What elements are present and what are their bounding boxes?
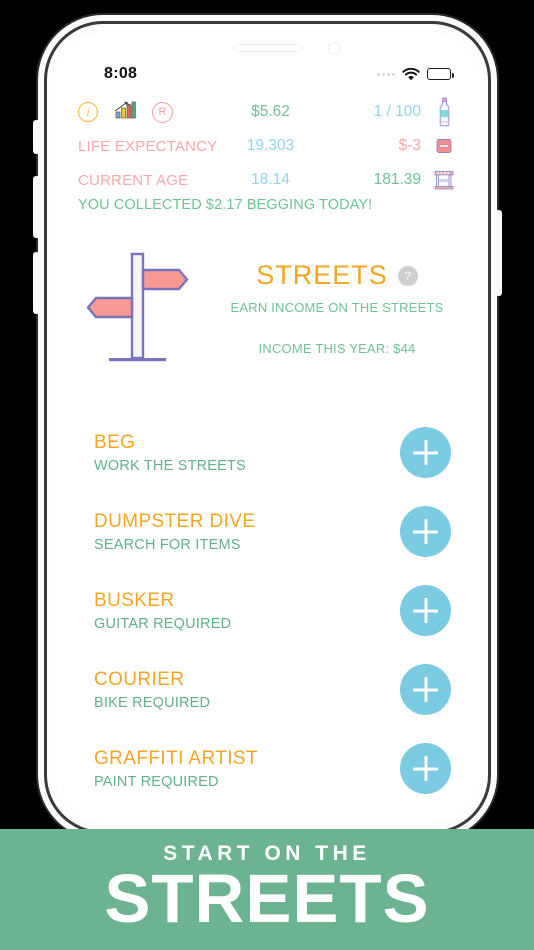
phone-screen: 8:08 i R $5.62 1 / 100 LIFE EXPECTANCY 1… [56,33,479,822]
page-title: STREETS [256,260,388,290]
job-subtitle: PAINT REQUIRED [94,773,219,790]
add-job-button[interactable] [400,427,451,478]
list-item[interactable]: COURIER BIKE REQUIRED [94,650,451,729]
job-list: BEG WORK THE STREETS DUMPSTER DIVE SEARC… [56,413,479,808]
list-item[interactable]: BUSKER GUITAR REQUIRED [94,571,451,650]
list-item[interactable]: BEG WORK THE STREETS [94,413,451,492]
status-indicators [377,67,454,81]
job-title: BEG [94,431,136,453]
section-title-row: STREETS ? [221,260,453,291]
mute-switch-button[interactable] [33,120,40,154]
job-title: BUSKER [94,589,175,611]
job-subtitle: WORK THE STREETS [94,457,246,474]
job-title: GRAFFITI ARTIST [94,747,258,769]
stats-row-top: i R $5.62 1 / 100 [78,95,457,129]
income-this-year: INCOME THIS YEAR: $44 [258,341,416,356]
job-info: DUMPSTER DIVE SEARCH FOR ITEMS [94,511,400,553]
job-subtitle: SEARCH FOR ITEMS [94,536,241,553]
info-icon[interactable]: i [78,102,98,122]
life-expectancy-label: LIFE EXPECTANCY [78,137,218,155]
front-camera-icon [328,42,341,55]
job-subtitle: GUITAR REQUIRED [94,615,232,632]
list-item[interactable]: GRAFFITI ARTIST PAINT REQUIRED [94,729,451,808]
market-stall-icon[interactable] [431,169,457,191]
current-age-value: 18.14 [251,171,290,188]
stats-icon-group: i R [78,100,202,125]
stats-row-current-age: CURRENT AGE 18.14 181.39 [78,163,457,197]
stats-panel: i R $5.62 1 / 100 LIFE EXPECTANCY 19.303… [56,95,479,197]
volume-up-button[interactable] [33,176,40,238]
volume-down-button[interactable] [33,252,40,314]
section-subtitle: EARN INCOME ON THE STREETS [230,300,444,315]
add-job-button[interactable] [400,743,451,794]
job-info: COURIER BIKE REQUIRED [94,669,400,711]
job-title: COURIER [94,668,185,690]
job-title: DUMPSTER DIVE [94,510,256,532]
cash-value: $5.62 [251,103,290,120]
signal-dots-icon [377,72,395,76]
add-job-button[interactable] [400,664,451,715]
status-bar: 8:08 [56,61,479,87]
current-age-label: CURRENT AGE [78,171,189,189]
power-button[interactable] [495,210,502,296]
help-icon[interactable]: ? [397,265,418,286]
screenshot-root: 8:08 i R $5.62 1 / 100 LIFE EXPECTANCY 1… [0,0,534,950]
list-item[interactable]: DUMPSTER DIVE SEARCH FOR ITEMS [94,492,451,571]
job-info: GRAFFITI ARTIST PAINT REQUIRED [94,748,400,790]
add-job-button[interactable] [400,506,451,557]
life-expectancy-delta: $-3 [398,137,421,154]
add-job-button[interactable] [400,585,451,636]
signpost-icon [56,248,221,368]
promo-banner: START ON THE STREETS [0,829,534,950]
wifi-icon [402,67,420,81]
red-pill-icon[interactable] [431,136,457,156]
section-title-text: STREETS ? EARN INCOME ON THE STREETS INC… [221,260,479,356]
counter-value: 1 / 100 [373,103,421,120]
phone-frame: 8:08 i R $5.62 1 / 100 LIFE EXPECTANCY 1… [33,24,502,831]
section-header: STREETS ? EARN INCOME ON THE STREETS INC… [56,233,479,383]
registered-r-icon[interactable]: R [152,101,173,123]
collected-message: YOU COLLECTED $2.17 BEGGING TODAY! [78,197,373,213]
status-time: 8:08 [104,65,138,82]
current-age-right-value: 181.39 [373,171,421,188]
job-info: BEG WORK THE STREETS [94,432,400,474]
job-subtitle: BIKE REQUIRED [94,694,211,711]
earpiece-speaker-icon [234,44,301,52]
promo-banner-line2: STREETS [104,860,430,937]
life-expectancy-value: 19.303 [246,137,295,154]
stats-row-life-expectancy: LIFE EXPECTANCY 19.303 $-3 [78,129,457,163]
stock-chart-icon[interactable] [114,100,136,125]
battery-full-icon [427,68,454,80]
job-info: BUSKER GUITAR REQUIRED [94,590,400,632]
water-bottle-icon[interactable] [431,97,457,127]
